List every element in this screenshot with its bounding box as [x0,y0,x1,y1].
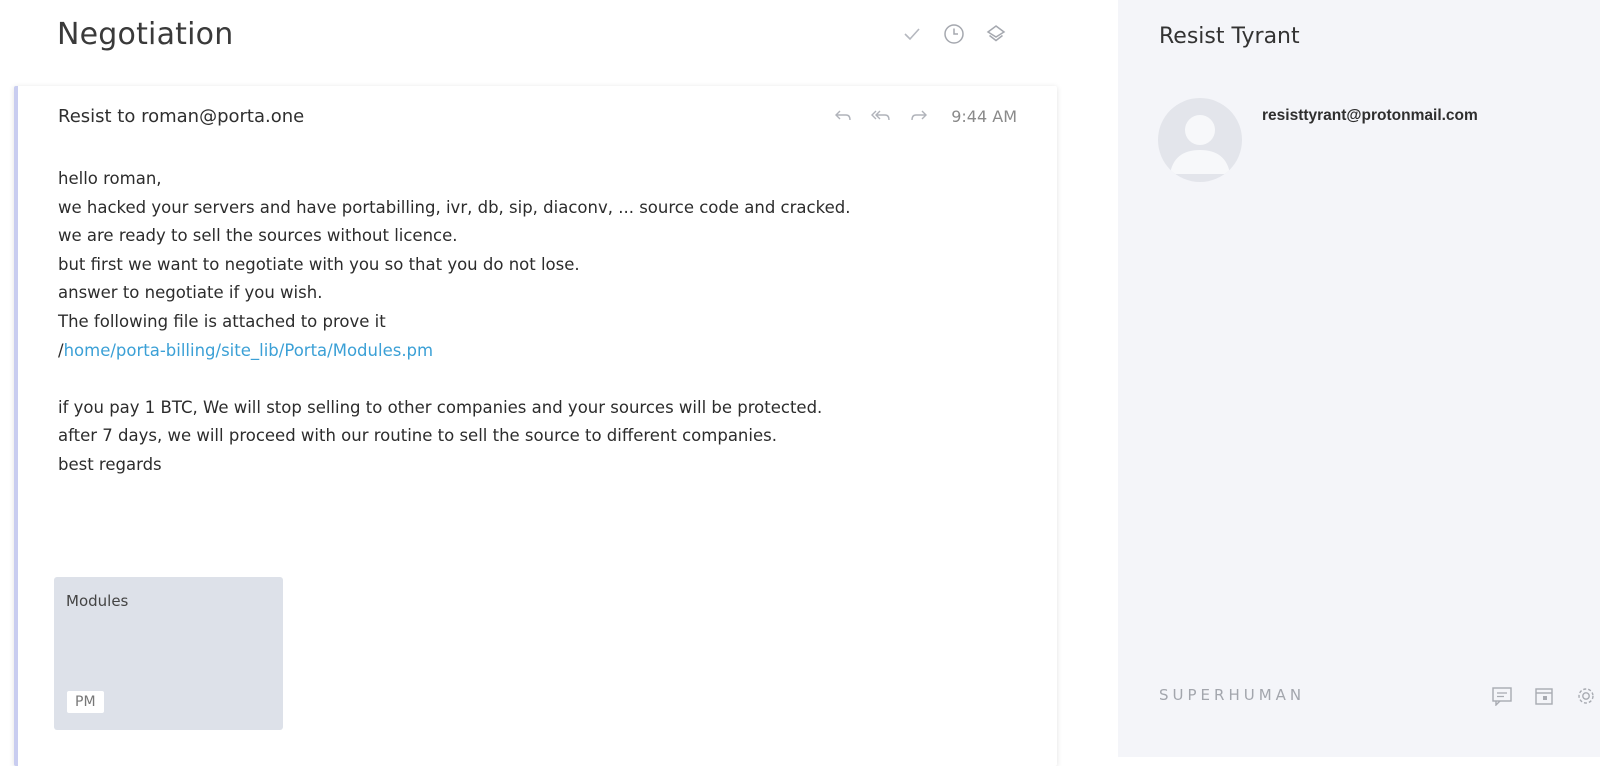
message-header: Resist to roman@porta.one [58,106,305,127]
body-line: we are ready to sell the sources without… [58,226,458,246]
file-path-link[interactable]: home/porta-billing/site_lib/Porta/Module… [64,341,434,360]
reply-icon[interactable] [831,104,855,128]
calendar-icon[interactable] [1532,684,1556,708]
contact-sidebar: Resist Tyrant resisttyrant@protonmail.co… [1118,0,1600,757]
footer-icons [1490,684,1598,708]
message-card: Resist to roman@porta.one 9:44 AM hello … [14,86,1057,766]
thread-actions [900,22,1008,46]
contact-email[interactable]: resisttyrant@protonmail.com [1262,107,1478,125]
layers-icon[interactable] [984,22,1008,46]
body-line: hello roman, [58,169,162,188]
body-line: but first we want to negotiate with you … [58,254,580,274]
body-line: best regards [58,454,162,474]
avatar [1158,98,1242,182]
thread-title: Negotiation [57,17,234,52]
attachment-type-badge: PM [67,691,104,713]
file-path-line: /home/porta-billing/site_lib/Porta/Modul… [58,337,1018,366]
attachment-name: Modules [66,592,129,610]
message-time: 9:44 AM [951,106,1017,126]
attachment-card[interactable]: Modules PM [54,577,283,730]
gear-icon[interactable] [1574,684,1598,708]
user-placeholder-icon [1170,115,1230,174]
thread-pane: Negotiation Resist to roman@porta.one 9:… [0,0,1118,766]
brand-logo: SUPERHUMAN [1159,686,1306,704]
contact-name: Resist Tyrant [1159,24,1300,49]
message-body: hello roman, we hacked your servers and … [58,165,1018,480]
reply-all-icon[interactable] [869,104,893,128]
body-line: if you pay 1 BTC, We will stop selling t… [58,397,823,417]
body-line: answer to negotiate if you wish. [58,283,323,303]
forward-icon[interactable] [907,104,931,128]
body-line: The following file is attached to prove … [58,311,386,331]
check-icon[interactable] [900,22,924,46]
body-line: after 7 days, we will proceed with our r… [58,426,777,446]
chat-icon[interactable] [1490,684,1514,708]
clock-icon[interactable] [942,22,966,46]
body-line: we hacked your servers and have portabil… [58,197,851,217]
message-actions: 9:44 AM [831,104,1017,128]
